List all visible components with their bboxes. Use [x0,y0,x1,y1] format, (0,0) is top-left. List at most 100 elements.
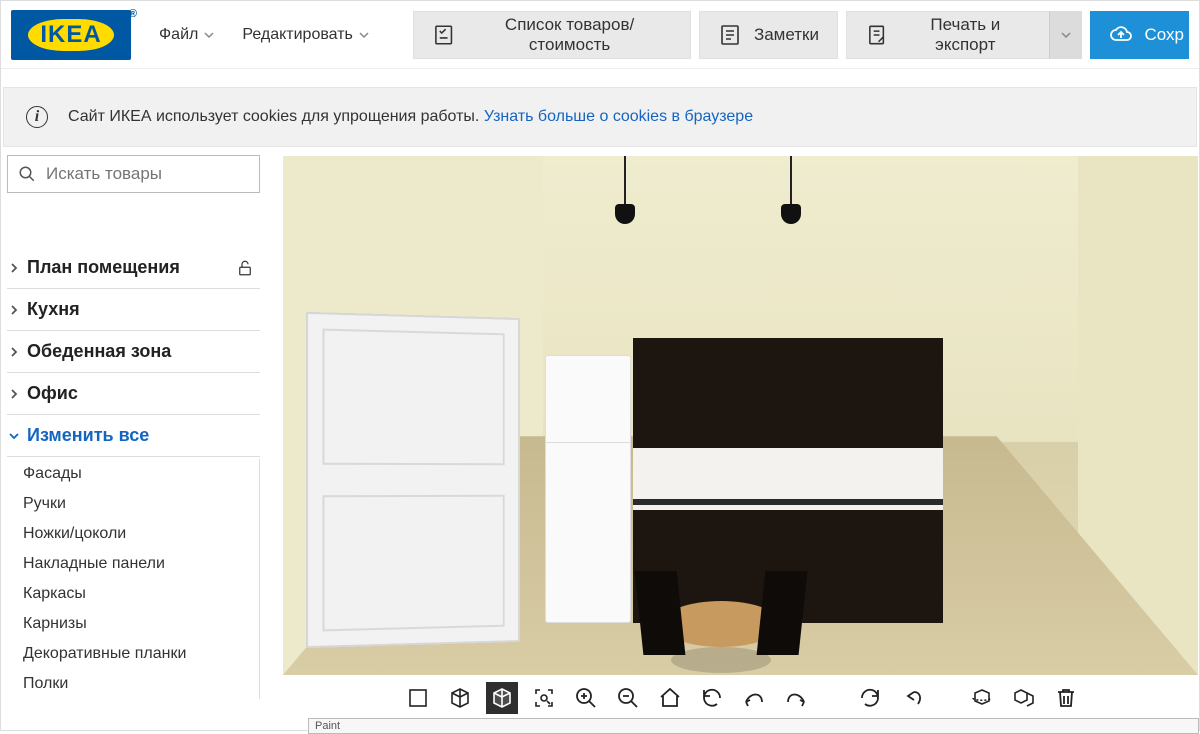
undo-button[interactable] [696,682,728,714]
search-input[interactable] [46,164,249,184]
view-3d-wire-button[interactable] [444,682,476,714]
subitem[interactable]: Ручки [7,489,259,519]
category-label: Офис [27,383,78,404]
chair-object [757,571,808,655]
subitem[interactable]: Полки [7,669,259,699]
logo-text: IKEA [28,19,113,51]
fridge-object [545,355,631,623]
goods-list-button[interactable]: Список товаров/стоимость [413,11,691,59]
curve-left-icon [742,686,766,710]
chair-object [635,571,686,655]
cube-outline-icon [448,686,472,710]
undo-icon [700,686,724,710]
view-2d-button[interactable] [402,682,434,714]
rotate-left-button[interactable] [738,682,770,714]
home-view-button[interactable] [654,682,686,714]
lamp-object [615,156,635,228]
subitem[interactable]: Декоративные планки [7,639,259,669]
chevron-down-icon [359,32,369,38]
back-arrow-button[interactable] [896,682,928,714]
chevron-right-icon [9,305,19,315]
info-icon: i [26,106,48,128]
paint-tag: Paint [308,718,1199,734]
square-icon [406,686,430,710]
arrow-back-icon [900,686,924,710]
sub-item-list[interactable]: Фасады Ручки Ножки/цоколи Накладные пане… [7,459,260,699]
unlock-icon[interactable] [236,259,254,277]
zoom-out-icon [616,686,640,710]
menu-file[interactable]: Файл [149,18,224,52]
cookie-link[interactable]: Узнать больше о cookies в браузере [484,108,753,125]
canvas-column: Paint [266,149,1199,734]
goods-list-label: Список товаров/стоимость [467,15,672,55]
cube-rotate-icon [970,686,994,710]
menu-edit[interactable]: Редактировать [232,18,379,52]
logo[interactable]: IKEA ® [11,10,131,60]
print-export-dropdown[interactable] [1049,11,1082,59]
search-box[interactable] [7,155,260,193]
zoom-in-icon [574,686,598,710]
zoom-in-button[interactable] [570,682,602,714]
subitem[interactable]: Каркасы [7,579,259,609]
render-viewport[interactable] [282,155,1199,676]
print-export-label: Печать и экспорт [900,15,1030,55]
curve-right-icon [784,686,808,710]
registered-mark-icon: ® [129,8,137,20]
cookie-text: Сайт ИКЕА использует cookies для упрощен… [68,108,753,126]
menu-edit-label: Редактировать [242,26,353,44]
home-icon [658,686,682,710]
chevron-down-icon [204,32,214,38]
cloud-upload-icon [1109,23,1133,47]
redo-button[interactable] [854,682,886,714]
zoom-fit-button[interactable] [528,682,560,714]
category-label: План помещения [27,257,180,278]
menu-file-label: Файл [159,26,198,44]
search-icon [18,165,36,183]
lamp-object [781,156,801,228]
chevron-right-icon [9,347,19,357]
door-object [306,312,520,648]
cube-copy-icon [1012,686,1036,710]
trash-icon [1054,686,1078,710]
zoom-fit-icon [532,686,556,710]
print-icon [865,23,888,47]
zoom-out-button[interactable] [612,682,644,714]
top-bar: IKEA ® Файл Редактировать Список товаров… [1,1,1199,69]
view-toolbar [282,676,1199,714]
chevron-right-icon [9,263,19,273]
subitem[interactable]: Карнизы [7,609,259,639]
chevron-down-icon [1061,32,1071,38]
category-label: Изменить все [27,425,149,446]
category-kitchen[interactable]: Кухня [7,289,260,331]
notes-label: Заметки [754,25,819,45]
cookie-banner: i Сайт ИКЕА использует cookies для упрощ… [3,87,1197,147]
view-3d-solid-button[interactable] [486,682,518,714]
chevron-right-icon [9,389,19,399]
checklist-icon [432,23,455,47]
chevron-down-icon [9,431,19,441]
notes-button[interactable]: Заметки [699,11,838,59]
countertop [633,499,943,505]
save-label: Сохр [1145,25,1185,45]
subitem[interactable]: Ножки/цоколи [7,519,259,549]
category-room-plan[interactable]: План помещения [7,247,260,289]
subitem[interactable]: Фасады [7,459,259,489]
category-label: Кухня [27,299,80,320]
category-change-all[interactable]: Изменить все [7,415,260,457]
rotate-right-button[interactable] [780,682,812,714]
delete-button[interactable] [1050,682,1082,714]
note-icon [718,23,742,47]
redo-icon [858,686,882,710]
save-button[interactable]: Сохр [1090,11,1190,59]
category-office[interactable]: Офис [7,373,260,415]
print-export-button[interactable]: Печать и экспорт [846,11,1050,59]
category-label: Обеденная зона [27,341,171,362]
cookie-text-content: Сайт ИКЕА использует cookies для упрощен… [68,108,479,125]
print-export-group: Печать и экспорт [846,11,1082,59]
subitem[interactable]: Накладные панели [7,549,259,579]
rotate-cube-button[interactable] [966,682,998,714]
sidebar: План помещения Кухня Обеденная зона Офис [1,149,266,734]
duplicate-button[interactable] [1008,682,1040,714]
category-dining[interactable]: Обеденная зона [7,331,260,373]
cube-solid-icon [490,686,514,710]
